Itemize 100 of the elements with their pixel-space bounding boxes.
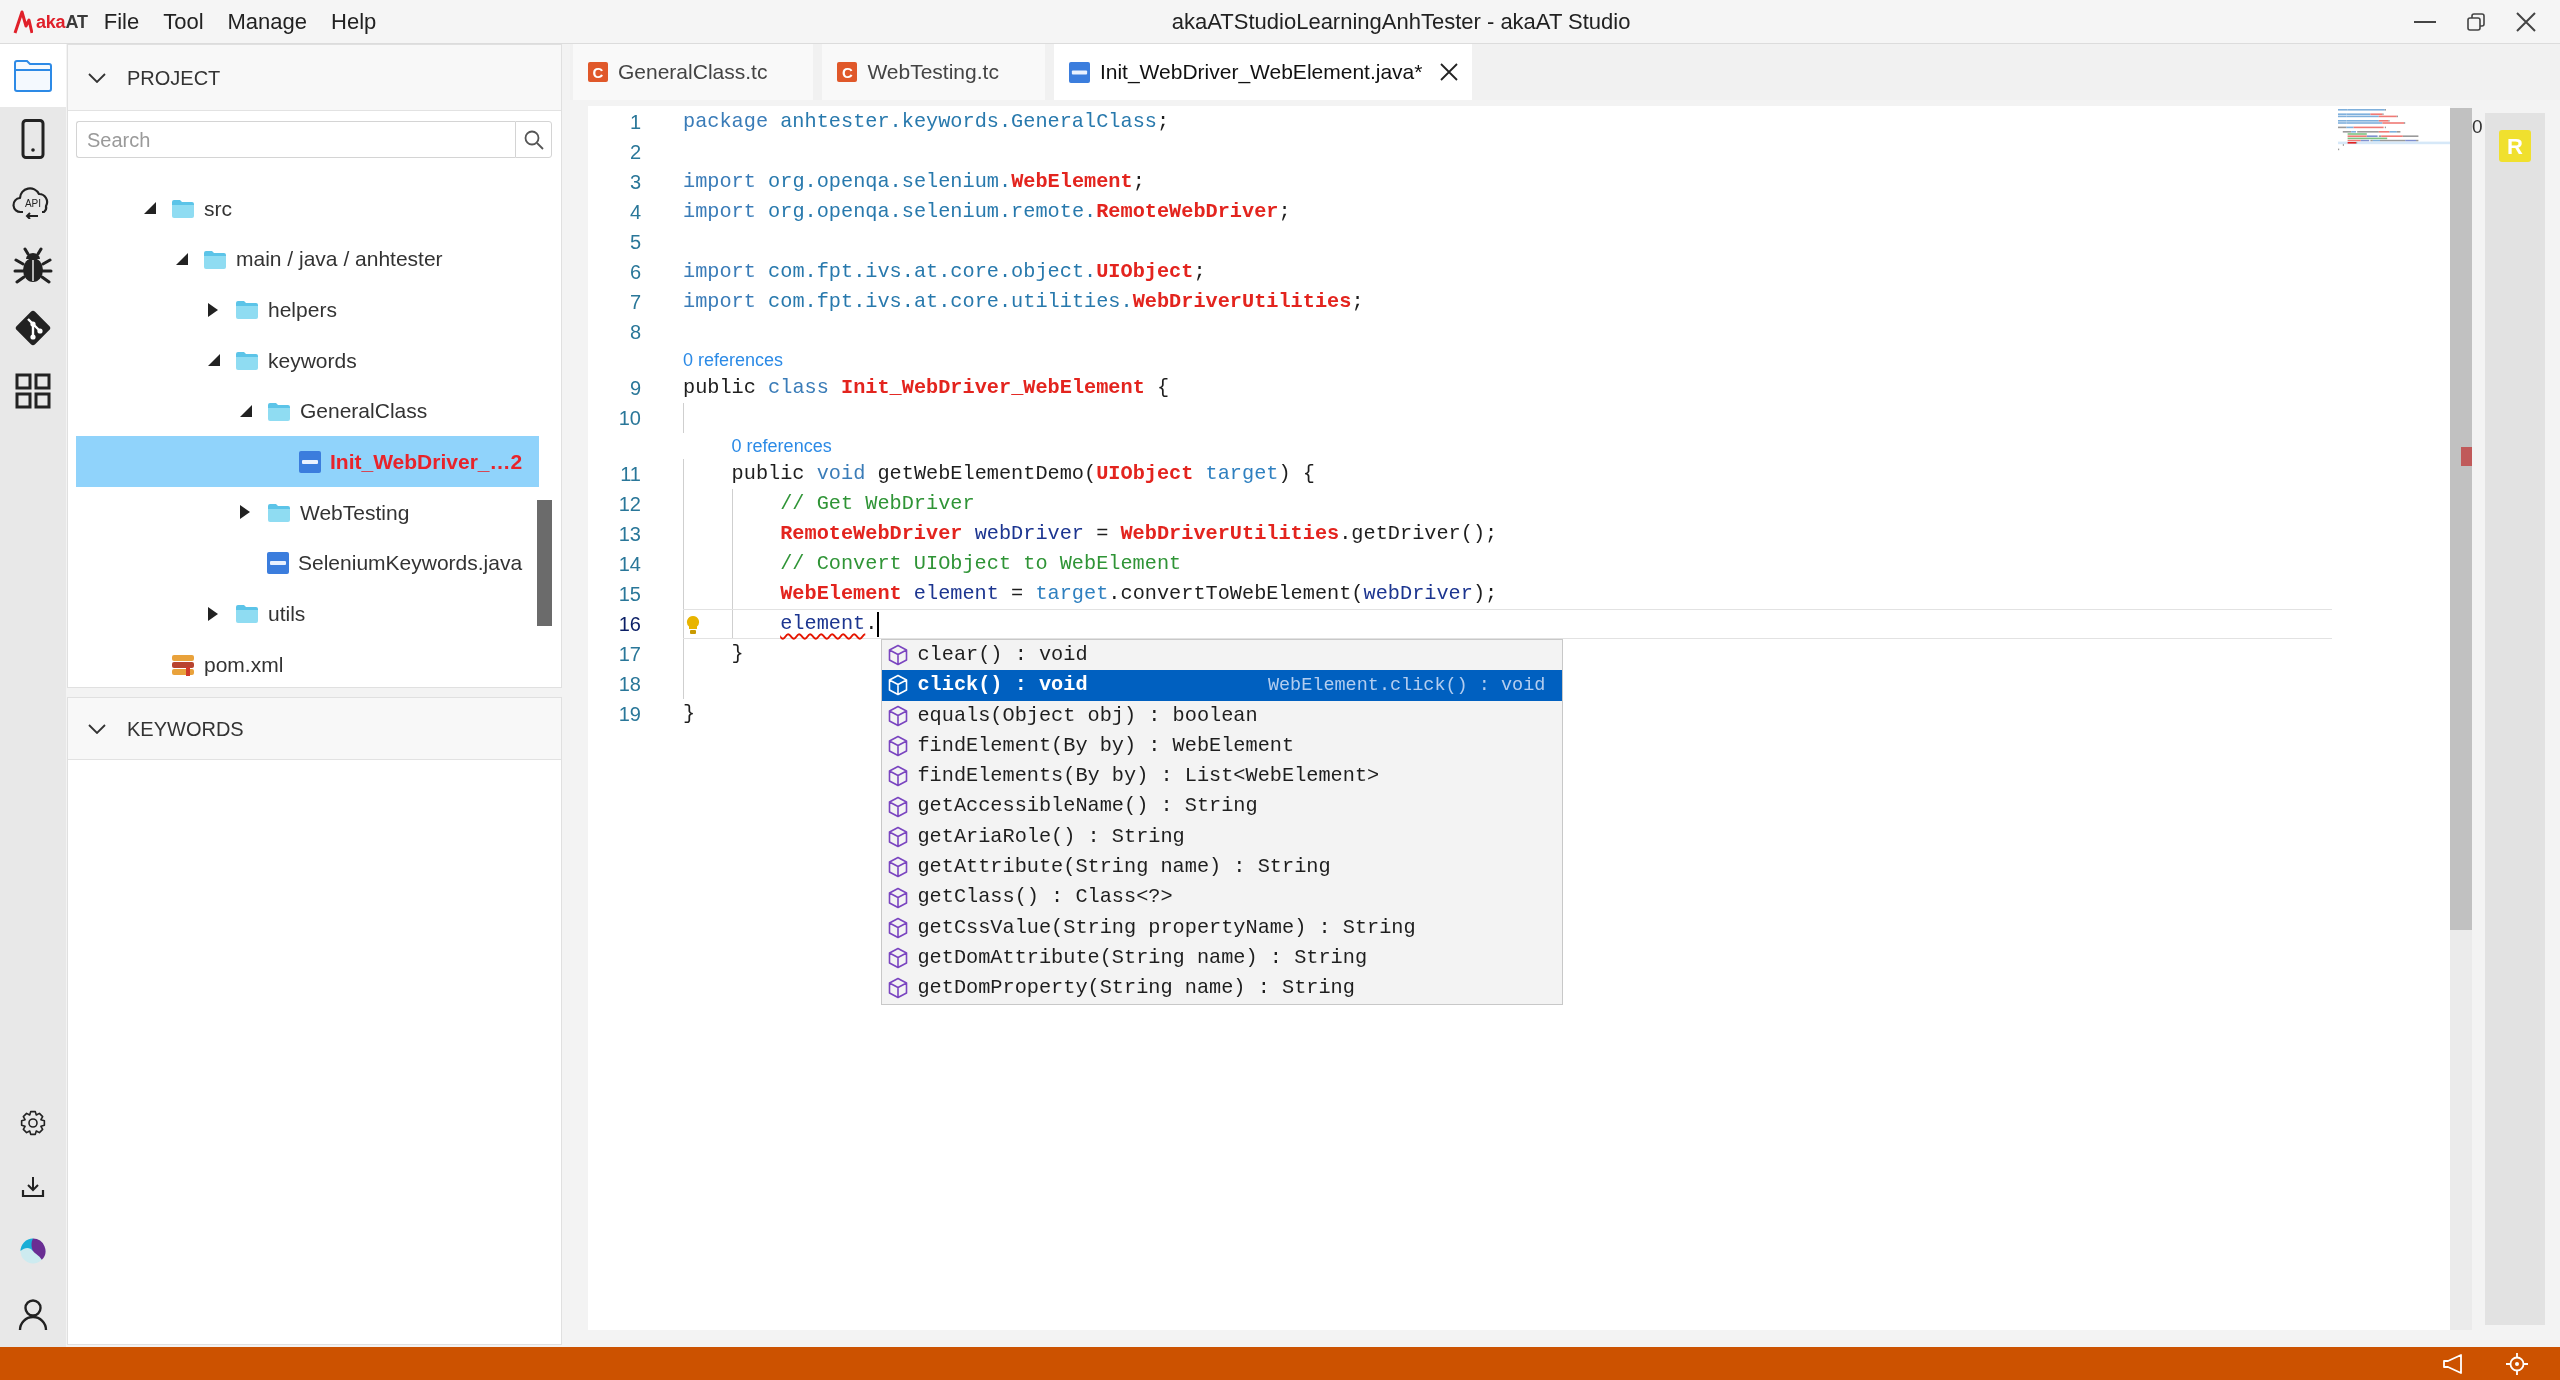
triangle-icon[interactable] xyxy=(176,253,188,266)
line-number: 8 xyxy=(629,320,641,345)
folder-icon xyxy=(203,249,227,269)
scrollbar-thumb[interactable] xyxy=(537,500,552,626)
completion-item[interactable]: findElement(By by) : WebElement xyxy=(882,730,1563,762)
menu-item[interactable]: File xyxy=(91,6,152,37)
tree-item[interactable]: utils xyxy=(76,588,539,640)
scrollbar-track[interactable] xyxy=(2450,108,2472,1330)
completion-item[interactable]: getClass() : Class<?> xyxy=(882,882,1563,913)
completion-item[interactable]: click() : void WebElement.click() : void xyxy=(882,670,1563,701)
completion-item[interactable]: getAttribute(String name) : String xyxy=(882,852,1563,883)
user-icon[interactable] xyxy=(18,1299,48,1331)
code-line: RemoteWebDriver webDriver = WebDriverUtilities.getDriver(); xyxy=(780,521,1498,547)
close-icon[interactable] xyxy=(1440,63,1459,81)
triangle-icon[interactable] xyxy=(208,302,218,317)
code-line: // Convert UIObject to WebElement xyxy=(780,551,1182,577)
line-number: 10 xyxy=(618,406,641,431)
editor-tab[interactable]: C WebTesting.tc xyxy=(822,44,1045,100)
editor-tab[interactable]: Init_WebDriver_WebElement.java* xyxy=(1053,44,1473,100)
search-button[interactable] xyxy=(515,121,552,158)
line-number: 9 xyxy=(629,376,641,401)
completion-item[interactable]: getDomProperty(String name) : String xyxy=(882,973,1563,1004)
tree-item[interactable]: GeneralClass xyxy=(76,385,539,437)
menu-item[interactable]: Help xyxy=(319,6,389,37)
code-line: } xyxy=(683,701,696,727)
line-number: 12 xyxy=(618,492,641,517)
stack-icon xyxy=(171,653,195,676)
tree-item[interactable]: pom.xml xyxy=(76,639,539,687)
file-type-icon xyxy=(299,450,321,473)
scrollbar-thumb[interactable] xyxy=(2450,108,2472,930)
triangle-icon[interactable] xyxy=(240,505,250,520)
code-line: import com.fpt.ivs.at.core.object.UIObject; xyxy=(683,259,1206,285)
file-type-icon: C xyxy=(588,62,608,82)
menu-item[interactable]: Manage xyxy=(215,6,320,37)
completion-item[interactable]: clear() : void xyxy=(882,640,1563,671)
code-line: WebElement element = target.convertToWebElement(webDriver); xyxy=(780,581,1498,607)
folder-icon xyxy=(267,401,291,421)
codelens-link[interactable]: 0 references xyxy=(683,346,784,374)
cube-icon xyxy=(888,916,909,939)
code-line: // Get WebDriver xyxy=(780,491,975,517)
triangle-icon[interactable] xyxy=(144,202,156,215)
triangle-icon[interactable] xyxy=(240,405,252,418)
line-number: 17 xyxy=(618,642,641,667)
minimap[interactable] xyxy=(2338,109,2450,151)
cube-icon xyxy=(888,886,909,909)
completion-detail: WebElement.click() : void xyxy=(1267,673,1546,698)
folder-icon xyxy=(235,604,259,624)
code-line: } xyxy=(731,641,744,667)
minimize-icon[interactable] xyxy=(2414,20,2436,23)
triangle-icon[interactable] xyxy=(208,354,220,367)
cube-icon xyxy=(888,644,909,667)
file-type-icon: C xyxy=(837,62,858,82)
completion-item[interactable]: equals(Object obj) : boolean xyxy=(882,700,1563,731)
file-type-icon xyxy=(267,552,289,575)
editor-tab[interactable]: C GeneralClass.tc xyxy=(573,44,814,100)
restore-icon[interactable] xyxy=(2467,12,2485,31)
megaphone-icon[interactable] xyxy=(2442,1353,2464,1374)
panel-header[interactable]: KEYWORDS xyxy=(68,698,561,760)
tree-item[interactable]: keywords xyxy=(76,335,539,386)
codelens-link[interactable]: 0 references xyxy=(731,432,832,460)
code-line: import org.openqa.selenium.WebElement; xyxy=(683,169,1145,195)
tree-item[interactable]: WebTesting xyxy=(76,487,539,538)
tree-item[interactable]: helpers xyxy=(76,284,539,336)
folder-icon xyxy=(267,502,291,522)
download-icon[interactable] xyxy=(21,1176,45,1198)
lightbulb-icon[interactable] xyxy=(686,615,700,635)
completion-item[interactable]: getDomAttribute(String name) : String xyxy=(882,942,1563,974)
text-cursor xyxy=(877,611,880,637)
crosshair-icon[interactable] xyxy=(2506,1352,2528,1375)
completion-item[interactable]: findElements(By by) : List<WebElement> xyxy=(882,761,1563,792)
grid-icon xyxy=(15,372,51,409)
triangle-icon[interactable] xyxy=(208,606,218,621)
search-field[interactable]: Search xyxy=(76,121,515,158)
completion-item[interactable]: getAriaRole() : String xyxy=(882,821,1563,853)
explorer-button[interactable] xyxy=(0,44,66,107)
line-number: 7 xyxy=(629,290,641,315)
folder-icon xyxy=(235,300,259,320)
panel-header[interactable]: PROJECT xyxy=(68,45,561,111)
cube-icon xyxy=(888,947,909,970)
tree-item[interactable]: src xyxy=(76,183,539,234)
folder-icon xyxy=(13,57,53,94)
completion-item[interactable]: getAccessibleName() : String xyxy=(882,791,1563,822)
tree-item[interactable]: main / java / anhtester xyxy=(76,233,539,285)
settings-icon[interactable] xyxy=(20,1110,46,1136)
code-line: package anhtester.keywords.GeneralClass; xyxy=(683,109,1170,135)
counter-text: 0 xyxy=(2472,116,2483,137)
line-number: 6 xyxy=(629,260,641,285)
cube-icon xyxy=(888,704,909,727)
code-line: public class Init_WebDriver_WebElement { xyxy=(683,375,1170,401)
line-number: 18 xyxy=(618,672,641,697)
cube-icon xyxy=(888,825,909,848)
code-line: public void getWebElementDemo(UIObject target) { xyxy=(731,461,1315,487)
close-icon[interactable] xyxy=(2516,11,2536,32)
line-number: 15 xyxy=(618,582,641,607)
tree-item[interactable]: SeleniumKeywords.java xyxy=(76,537,539,589)
menu-item[interactable]: Tool xyxy=(151,6,216,37)
code-line: import org.openqa.selenium.remote.RemoteWebDriver; xyxy=(683,199,1291,225)
swirl-logo-icon[interactable] xyxy=(20,1238,46,1264)
api-button[interactable]: API xyxy=(0,170,66,233)
completion-item[interactable]: getCssValue(String propertyName) : String xyxy=(882,912,1563,943)
